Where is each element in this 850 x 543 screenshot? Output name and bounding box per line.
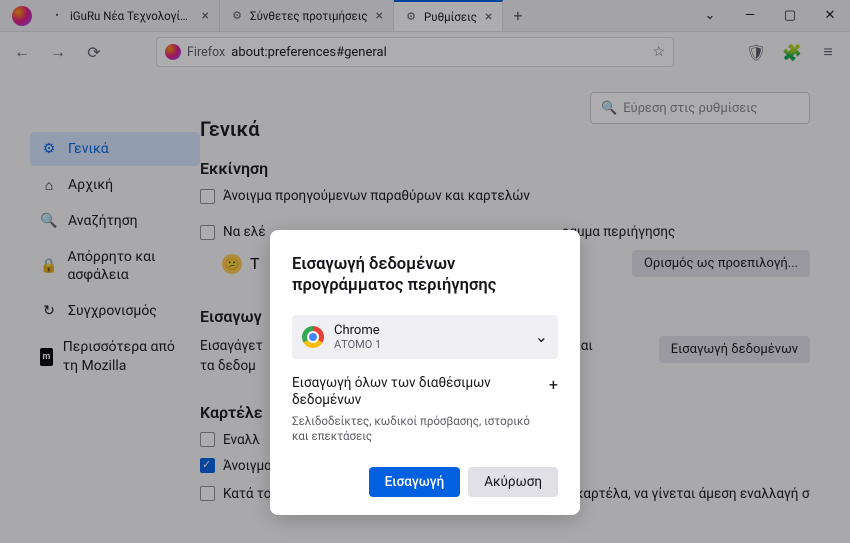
import-dialog: Εισαγωγή δεδομένων προγράμματος περιήγησ…	[270, 230, 580, 515]
modal-overlay: Εισαγωγή δεδομένων προγράμματος περιήγησ…	[0, 0, 850, 543]
browser-profile: ΑΤΟΜΟ 1	[334, 338, 525, 351]
expand-icon[interactable]: +	[549, 375, 558, 394]
cancel-button[interactable]: Ακύρωση	[468, 467, 558, 497]
browser-name: Chrome	[334, 323, 525, 338]
chrome-icon	[302, 326, 324, 348]
import-all-sub: Σελιδοδείκτες, κωδικοί πρόσβασης, ιστορι…	[292, 414, 539, 445]
browser-select-dropdown[interactable]: Chrome ΑΤΟΜΟ 1 ⌄	[292, 315, 558, 359]
import-all-row[interactable]: Εισαγωγή όλων των διαθέσιμων δεδομένων Σ…	[292, 375, 558, 445]
import-button[interactable]: Εισαγωγή	[369, 467, 461, 497]
dialog-title: Εισαγωγή δεδομένων προγράμματος περιήγησ…	[292, 254, 558, 297]
chevron-down-icon: ⌄	[535, 327, 548, 346]
import-all-title: Εισαγωγή όλων των διαθέσιμων δεδομένων	[292, 375, 539, 410]
